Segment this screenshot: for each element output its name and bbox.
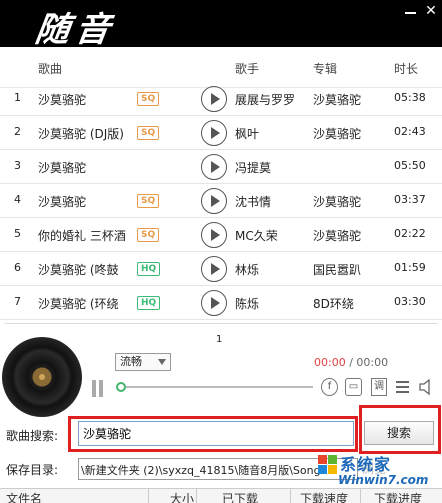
singer: 沈书情: [235, 195, 272, 209]
column-divider: [360, 489, 361, 503]
row-index: 6: [14, 261, 21, 274]
play-icon[interactable]: [201, 222, 227, 248]
duration: 03:37: [394, 193, 426, 206]
watermark-text: 系统家: [340, 455, 392, 474]
minimize-icon[interactable]: [404, 4, 418, 18]
singer: 枫叶: [235, 127, 260, 141]
song-list: 1 沙莫骆驼 SQ 展展与罗罗 沙莫骆驼 05:38 2 沙莫骆驼 (DJ版) …: [0, 82, 442, 320]
header-album: 专辑: [313, 62, 338, 76]
album: 沙莫骆驼: [313, 229, 362, 243]
table-row[interactable]: 2 沙莫骆驼 (DJ版) SQ 枫叶 沙莫骆驼 02:43: [0, 116, 442, 150]
row-index: 1: [14, 91, 21, 104]
row-index: 3: [14, 159, 21, 172]
header-duration: 时长: [394, 62, 419, 76]
quality-value: 流畅: [120, 355, 142, 368]
header-downloaded: 已下载: [222, 492, 259, 503]
table-row[interactable]: 3 沙莫骆驼 冯提莫 05:50: [0, 150, 442, 184]
song-title: 沙莫骆驼: [38, 161, 87, 175]
app-logo: 随音: [32, 10, 119, 50]
quality-badge: SQ: [137, 126, 160, 140]
play-icon[interactable]: [201, 188, 227, 214]
watermark-url: Winwin7.com: [338, 473, 429, 487]
duration: 05:38: [394, 91, 426, 104]
time-display: 00:00 / 00:00: [314, 356, 388, 369]
singer: MC久荣: [235, 229, 278, 243]
row-index: 7: [14, 295, 21, 308]
quality-badge: SQ: [137, 194, 160, 208]
save-label: 保存目录:: [6, 463, 59, 477]
album: 8D环绕: [313, 297, 354, 311]
column-divider: [148, 489, 149, 503]
lyric-button[interactable]: f: [321, 378, 338, 396]
table-row[interactable]: 5 你的婚礼 三杯酒 SQ MC久荣 沙莫骆驼 02:22: [0, 218, 442, 252]
quality-badge: HQ: [137, 296, 161, 310]
song-title: 你的婚礼 三杯酒: [38, 229, 126, 243]
time-separator: /: [345, 356, 357, 369]
play-icon[interactable]: [201, 86, 227, 112]
song-title: 沙莫骆驼: [38, 195, 87, 209]
album: 沙莫骆驼: [313, 127, 362, 141]
quality-badge: SQ: [137, 92, 160, 106]
search-label: 歌曲搜索:: [6, 429, 59, 443]
playlist-icon[interactable]: [396, 378, 409, 396]
page-number[interactable]: 1: [216, 334, 222, 345]
table-row[interactable]: 7 沙莫骆驼 (环绕 HQ 陈烁 8D环绕 03:30: [0, 286, 442, 320]
total-time: 00:00: [356, 356, 389, 369]
album: 沙莫骆驼: [313, 195, 362, 209]
quality-badge: HQ: [137, 262, 161, 276]
row-index: 2: [14, 125, 21, 138]
duration: 02:43: [394, 125, 426, 138]
tune-button[interactable]: 调: [371, 378, 387, 396]
highlight-box-search: [68, 416, 358, 452]
duration: 03:30: [394, 295, 426, 308]
header-singer: 歌手: [235, 62, 260, 76]
windows-logo-icon: [318, 455, 338, 475]
duration: 05:50: [394, 159, 426, 172]
song-title: 沙莫骆驼: [38, 93, 87, 107]
table-row[interactable]: 6 沙莫骆驼 (咚鼓 HQ 林烁 国民嚣趴 01:59: [0, 252, 442, 286]
play-icon[interactable]: [201, 256, 227, 282]
singer: 冯提莫: [235, 161, 272, 175]
chevron-down-icon: [158, 359, 166, 365]
vinyl-disc-icon: [2, 337, 82, 417]
header-speed: 下载速度: [300, 492, 349, 503]
singer: 展展与罗罗: [235, 93, 296, 107]
table-row[interactable]: 4 沙莫骆驼 SQ 沈书情 沙莫骆驼 03:37: [0, 184, 442, 218]
duration: 01:59: [394, 261, 426, 274]
header-filename: 文件名: [6, 492, 43, 503]
singer: 陈烁: [235, 297, 260, 311]
play-icon[interactable]: [201, 154, 227, 180]
album: 沙莫骆驼: [313, 93, 362, 107]
quality-badge: SQ: [137, 228, 160, 242]
row-index: 5: [14, 227, 21, 240]
pause-button[interactable]: [91, 380, 105, 397]
column-divider: [290, 489, 291, 503]
singer: 林烁: [235, 263, 260, 277]
progress-knob[interactable]: [116, 382, 126, 392]
header-size: 大小: [170, 492, 195, 503]
title-bar: 随音 ✕: [0, 0, 442, 50]
header-progress: 下载进度: [374, 492, 423, 503]
header-song: 歌曲: [38, 62, 63, 76]
list-divider: [4, 323, 438, 324]
mv-icon[interactable]: ▭: [345, 378, 362, 396]
progress-bar[interactable]: [118, 386, 313, 388]
play-icon[interactable]: [201, 120, 227, 146]
song-title: 沙莫骆驼 (咚鼓: [38, 263, 119, 277]
highlight-box-button: [359, 405, 441, 454]
watermark: 系统家 Winwin7.com: [316, 451, 442, 491]
duration: 02:22: [394, 227, 426, 240]
download-header: 文件名 大小 已下载 下载速度 下载进度: [0, 488, 442, 503]
row-index: 4: [14, 193, 21, 206]
table-row[interactable]: 1 沙莫骆驼 SQ 展展与罗罗 沙莫骆驼 05:38: [0, 82, 442, 116]
volume-icon[interactable]: [418, 378, 436, 396]
column-divider: [196, 489, 197, 503]
current-time: 00:00: [314, 356, 346, 369]
song-title: 沙莫骆驼 (DJ版): [38, 127, 124, 141]
close-icon[interactable]: ✕: [424, 4, 438, 18]
play-icon[interactable]: [201, 290, 227, 316]
quality-select[interactable]: 流畅: [115, 353, 171, 371]
album: 国民嚣趴: [313, 263, 362, 277]
song-title: 沙莫骆驼 (环绕: [38, 297, 119, 311]
